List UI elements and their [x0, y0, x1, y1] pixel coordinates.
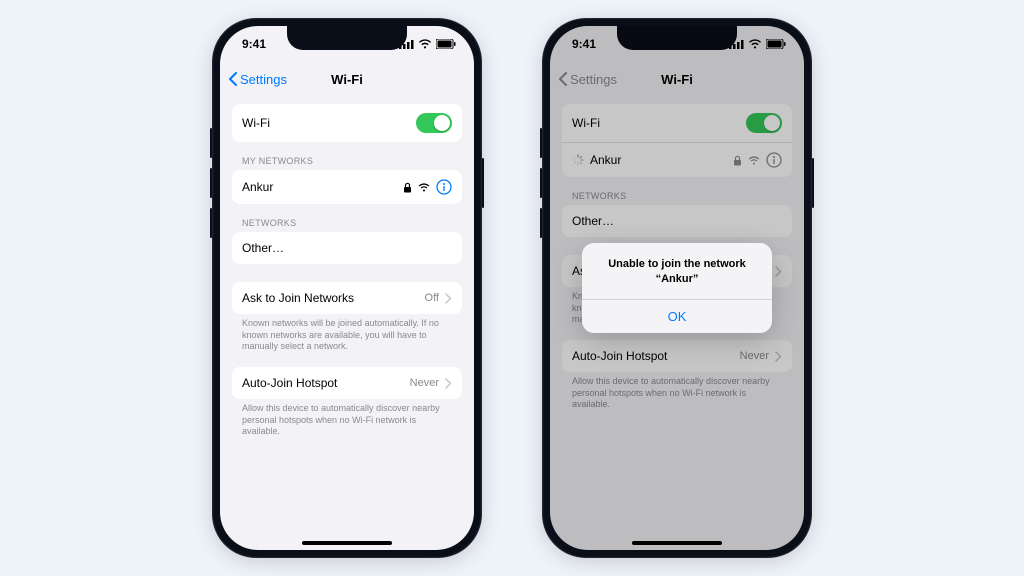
- alert-overlay: Unable to join the network “Ankur” OK: [550, 26, 804, 550]
- wifi-icon: [418, 183, 430, 192]
- alert: Unable to join the network “Ankur” OK: [582, 243, 772, 333]
- alert-title: Unable to join the network “Ankur”: [582, 243, 772, 299]
- network-row[interactable]: Ankur: [232, 170, 462, 204]
- chevron-right-icon: [445, 293, 452, 304]
- hotspot-value: Never: [410, 377, 439, 389]
- status-icons: [399, 39, 456, 49]
- auto-join-hotspot-row[interactable]: Auto-Join Hotspot Never: [232, 367, 462, 399]
- chevron-left-icon: [228, 72, 238, 86]
- wifi-status-icon: [418, 39, 432, 49]
- other-network-row[interactable]: Other…: [232, 232, 462, 264]
- hotspot-label: Auto-Join Hotspot: [242, 376, 337, 390]
- back-button[interactable]: Settings: [228, 72, 287, 87]
- networks-header: NETWORKS: [232, 204, 462, 232]
- nav-bar: Settings Wi-Fi: [220, 62, 474, 96]
- home-indicator[interactable]: [302, 541, 392, 545]
- phone-left: 9:41 Settings Wi-Fi Wi-Fi MY NETWORKS An: [212, 18, 482, 558]
- ask-label: Ask to Join Networks: [242, 291, 354, 305]
- wifi-toggle-row[interactable]: Wi-Fi: [232, 104, 462, 142]
- alert-ok-button[interactable]: OK: [582, 299, 772, 333]
- other-label: Other…: [242, 241, 284, 255]
- nav-title: Wi-Fi: [331, 72, 363, 87]
- back-label: Settings: [240, 72, 287, 87]
- chevron-right-icon: [445, 378, 452, 389]
- wifi-toggle[interactable]: [416, 113, 452, 133]
- hotspot-footer: Allow this device to automatically disco…: [232, 399, 462, 438]
- info-icon[interactable]: [436, 179, 452, 195]
- status-time: 9:41: [242, 37, 266, 51]
- ask-to-join-row[interactable]: Ask to Join Networks Off: [232, 282, 462, 314]
- ask-footer: Known networks will be joined automatica…: [232, 314, 462, 353]
- phone-right: 9:41 Settings Wi-Fi Wi-Fi: [542, 18, 812, 558]
- wifi-label: Wi-Fi: [242, 116, 270, 130]
- lock-icon: [403, 182, 412, 193]
- my-networks-header: MY NETWORKS: [232, 142, 462, 170]
- network-name: Ankur: [242, 180, 273, 194]
- notch: [287, 26, 407, 50]
- content: Wi-Fi MY NETWORKS Ankur NETWORKS Other… …: [220, 96, 474, 542]
- screen: 9:41 Settings Wi-Fi Wi-Fi MY NETWORKS An: [220, 26, 474, 550]
- screen: 9:41 Settings Wi-Fi Wi-Fi: [550, 26, 804, 550]
- battery-icon: [436, 39, 456, 49]
- ask-value: Off: [425, 292, 439, 304]
